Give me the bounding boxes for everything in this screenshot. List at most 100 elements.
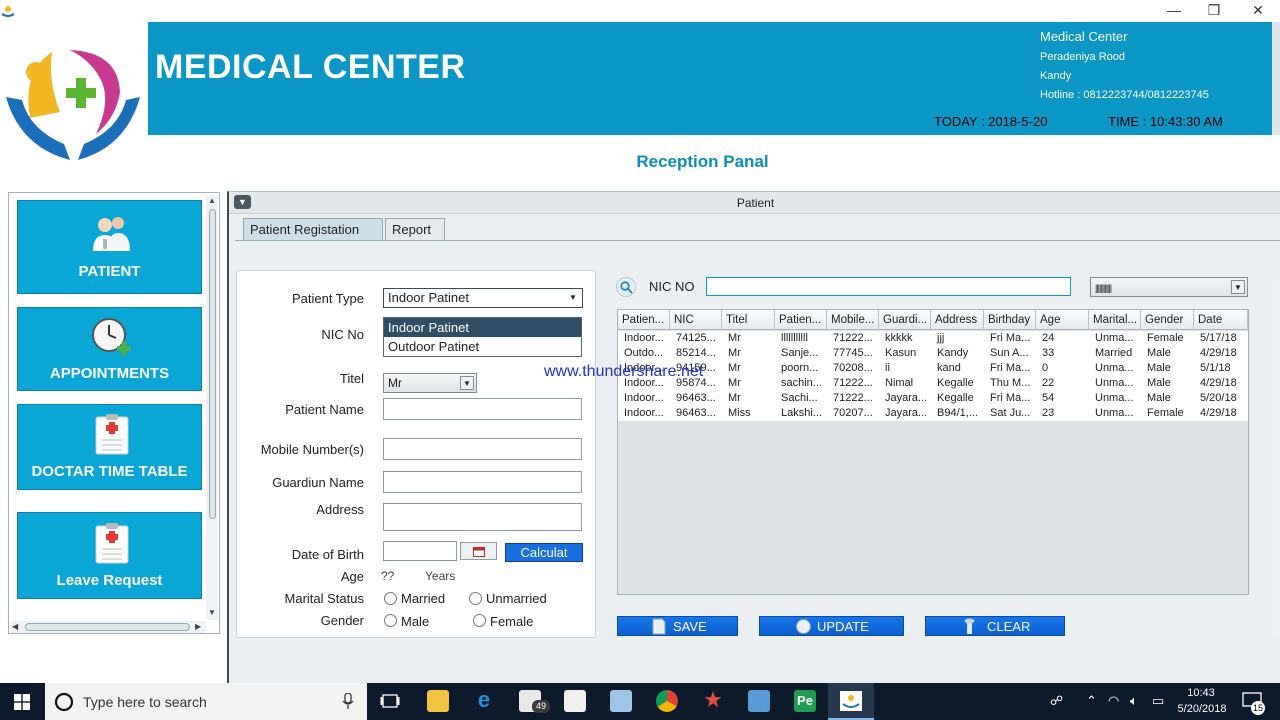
dropdown-option-indoor[interactable]: Indoor Patinet (384, 318, 581, 337)
medical-center-logo (6, 50, 140, 160)
table-cell: Kegalle (937, 392, 974, 404)
table-column-header[interactable]: Age (1036, 310, 1089, 330)
notepad-icon[interactable] (610, 690, 632, 712)
edge-browser-icon[interactable]: e (473, 689, 495, 712)
patient-type-select[interactable]: Indoor Patinet ▼ (383, 288, 583, 308)
table-cell: 23 (1042, 407, 1055, 419)
pe-app-icon[interactable]: Pe (794, 690, 816, 712)
restore-button[interactable]: ❐ (1194, 0, 1234, 22)
female-label: Female (490, 614, 534, 629)
table-column-header[interactable]: NIC (670, 310, 722, 330)
age-value: ?? (381, 569, 395, 583)
close-button[interactable]: ✕ (1238, 0, 1278, 22)
clear-button[interactable]: CLEAR (925, 616, 1065, 636)
network-icon[interactable]: ◠ (1108, 693, 1119, 709)
search-filter-select[interactable]: |||||||||||| ▼ (1090, 277, 1248, 297)
table-row[interactable]: Indoor... 96463... Mr Sachi... 71222... Jayar… (618, 391, 1248, 406)
chevron-down-icon[interactable]: ▼ (566, 291, 580, 305)
table-cell: 5/17/18 (1200, 332, 1237, 344)
right-edge-strip (1275, 278, 1280, 638)
minimize-button[interactable]: — (1154, 0, 1194, 22)
scroll-up-arrow-icon[interactable]: ▲ (208, 196, 216, 205)
table-column-header[interactable]: Date (1194, 310, 1248, 330)
table-cell: Unma... (1095, 407, 1134, 419)
battery-icon[interactable]: ▭ (1152, 693, 1164, 709)
age-label: Age (340, 569, 364, 584)
sidebar-item-label: PATIENT (78, 263, 141, 280)
cube-app-icon[interactable] (748, 690, 770, 712)
task-view-icon[interactable] (380, 693, 400, 710)
tab-patient-registration[interactable]: Patient Registation (243, 218, 383, 240)
table-row[interactable]: Indoor... 95874... Mr sachin... 71222... Nima… (618, 376, 1248, 391)
center-name: Medical Center (1040, 29, 1128, 44)
header-scrollbar[interactable] (1272, 22, 1280, 135)
table-row[interactable]: Indoor... 74125... Mr lllllllllll 71222... kk… (618, 331, 1248, 346)
save-button[interactable]: SAVE (617, 616, 738, 636)
microphone-icon[interactable] (342, 693, 354, 710)
table-column-header[interactable]: Address (931, 310, 984, 330)
clock-date[interactable]: 5/20/2018 (1172, 703, 1232, 715)
dob-input[interactable] (383, 541, 457, 561)
table-row[interactable]: Outdo... 85214... Mr Sanje... 77745... Kasun K… (618, 346, 1248, 361)
store-icon[interactable] (564, 690, 586, 712)
table-column-header[interactable]: Patien... (775, 310, 827, 330)
table-column-header[interactable]: Guardi... (879, 310, 931, 330)
clock-time[interactable]: 10:43 (1176, 687, 1226, 699)
address-label: Address (316, 502, 364, 517)
collapse-chevron-icon[interactable]: ▼ (234, 195, 251, 209)
chevron-down-icon[interactable]: ▼ (460, 376, 474, 390)
male-label: Male (401, 614, 430, 629)
table-cell: Nimal (885, 377, 914, 389)
table-cell: 77745... (833, 347, 873, 359)
table-column-header[interactable]: Gender (1141, 310, 1194, 330)
address-input[interactable] (383, 503, 582, 531)
medical-center-taskbar-item[interactable] (828, 683, 874, 720)
patient-name-input[interactable] (383, 398, 582, 420)
star-app-icon[interactable]: ★ (702, 689, 724, 712)
female-radio[interactable] (473, 614, 486, 627)
volume-muted-icon[interactable]: 🔈︎ (1130, 693, 1138, 709)
table-column-header[interactable]: Birthday (984, 310, 1036, 330)
table-cell: 71222... (833, 377, 873, 389)
calculate-button[interactable]: Calculat (505, 543, 583, 562)
table-cell: Sachi... (781, 392, 818, 404)
unmarried-radio[interactable] (469, 592, 482, 605)
age-unit: Years (425, 569, 456, 583)
filter-value: |||||||||||| (1095, 283, 1112, 293)
calendar-button[interactable] (460, 542, 497, 560)
dropdown-option-outdoor[interactable]: Outdoor Patinet (384, 337, 581, 356)
taskbar-search-box[interactable]: Type here to search (45, 683, 367, 720)
table-cell: 71222... (833, 332, 873, 344)
chevron-down-icon[interactable]: ▼ (1231, 280, 1245, 294)
cortana-icon (54, 692, 74, 712)
table-row[interactable]: Indoor... 94159... Mr poorn... 70208... ii kan… (618, 361, 1248, 376)
chrome-icon[interactable] (656, 690, 678, 712)
title-select[interactable]: Mr ▼ (383, 373, 477, 393)
guardian-input[interactable] (383, 471, 582, 493)
sidebar-item-patient[interactable]: PATIENT (17, 200, 202, 294)
scroll-left-arrow-icon[interactable]: ◀ (12, 622, 18, 631)
table-column-header[interactable]: Mobile... (827, 310, 879, 330)
search-icon[interactable] (616, 277, 636, 297)
male-radio[interactable] (384, 614, 397, 627)
table-cell: Lakshi... (781, 407, 822, 419)
patient-panel: Patient ▼ Patient Registation Report Pat… (227, 191, 1280, 683)
mobile-input[interactable] (383, 438, 582, 460)
table-row[interactable]: Indoor... 96463... Miss Lakshi... 70207... Ja… (618, 406, 1248, 421)
people-icon[interactable]: ☍ (1050, 693, 1063, 709)
file-explorer-icon[interactable] (427, 690, 449, 712)
table-column-header[interactable]: Marital... (1089, 310, 1141, 330)
tab-report[interactable]: Report (385, 218, 445, 240)
table-cell: Female (1147, 332, 1184, 344)
table-column-header[interactable]: Patien... (618, 310, 670, 330)
update-button[interactable]: UPDATE (759, 616, 904, 636)
update-label: UPDATE (817, 619, 869, 634)
patient-type-dropdown: Indoor Patinet Outdoor Patinet (383, 317, 582, 357)
start-button[interactable] (0, 683, 45, 720)
scrollbar-thumb[interactable] (209, 209, 216, 519)
nic-search-input[interactable] (706, 277, 1071, 296)
medical-center-app-icon (840, 691, 862, 711)
table-column-header[interactable]: Titel (722, 310, 775, 330)
married-radio[interactable] (384, 592, 397, 605)
chevron-up-icon[interactable]: ⌃ (1086, 693, 1097, 709)
